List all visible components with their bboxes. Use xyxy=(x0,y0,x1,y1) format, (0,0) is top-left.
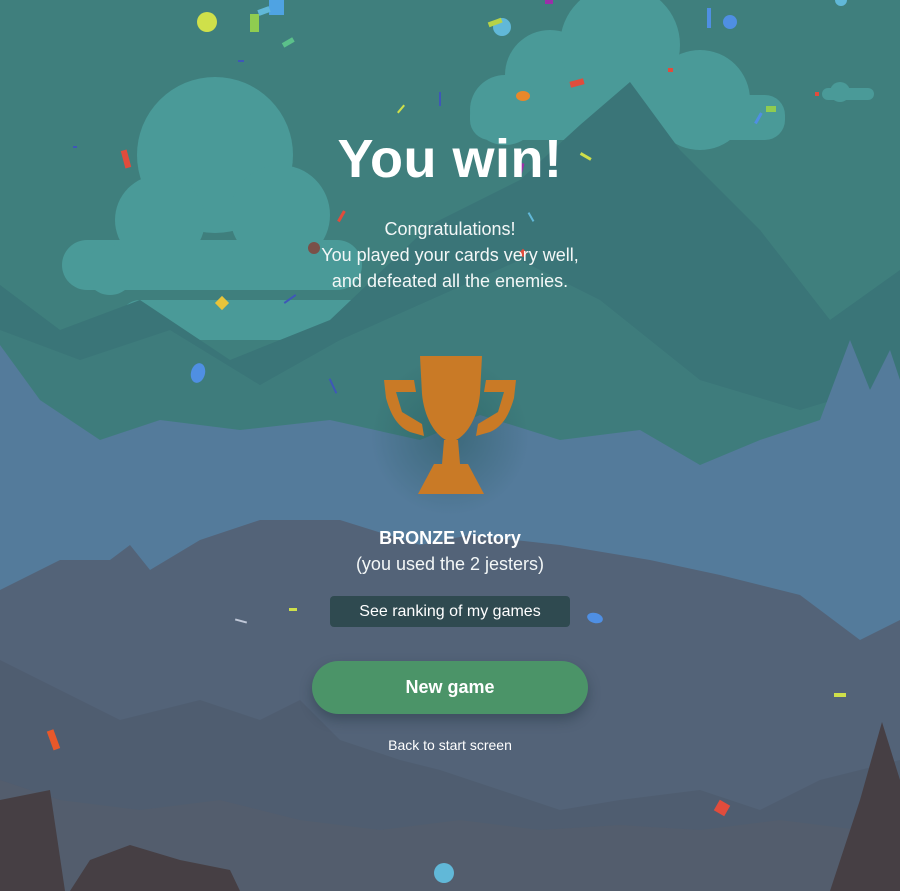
trophy-icon xyxy=(384,356,516,494)
new-game-button[interactable]: New game xyxy=(312,661,588,714)
victory-level: BRONZE Victory xyxy=(379,528,521,548)
message-line: You played your cards very well, xyxy=(321,245,579,265)
result-panel: You win! Congratulations! You played you… xyxy=(0,0,900,891)
back-to-start-link-row: Back to start screen xyxy=(0,737,900,753)
message-line: Congratulations! xyxy=(384,219,516,239)
message-line: and defeated all the enemies. xyxy=(331,271,569,291)
see-ranking-button[interactable]: See ranking of my games xyxy=(330,596,570,627)
victory-screen: You win! Congratulations! You played you… xyxy=(0,0,900,891)
victory-detail: (you used the 2 jesters) xyxy=(355,554,545,574)
back-to-start-link[interactable]: Back to start screen xyxy=(388,737,512,753)
victory-title: You win! xyxy=(337,129,563,189)
congratulations-message: Congratulations! You played your cards v… xyxy=(0,216,900,294)
trophy xyxy=(360,336,540,516)
